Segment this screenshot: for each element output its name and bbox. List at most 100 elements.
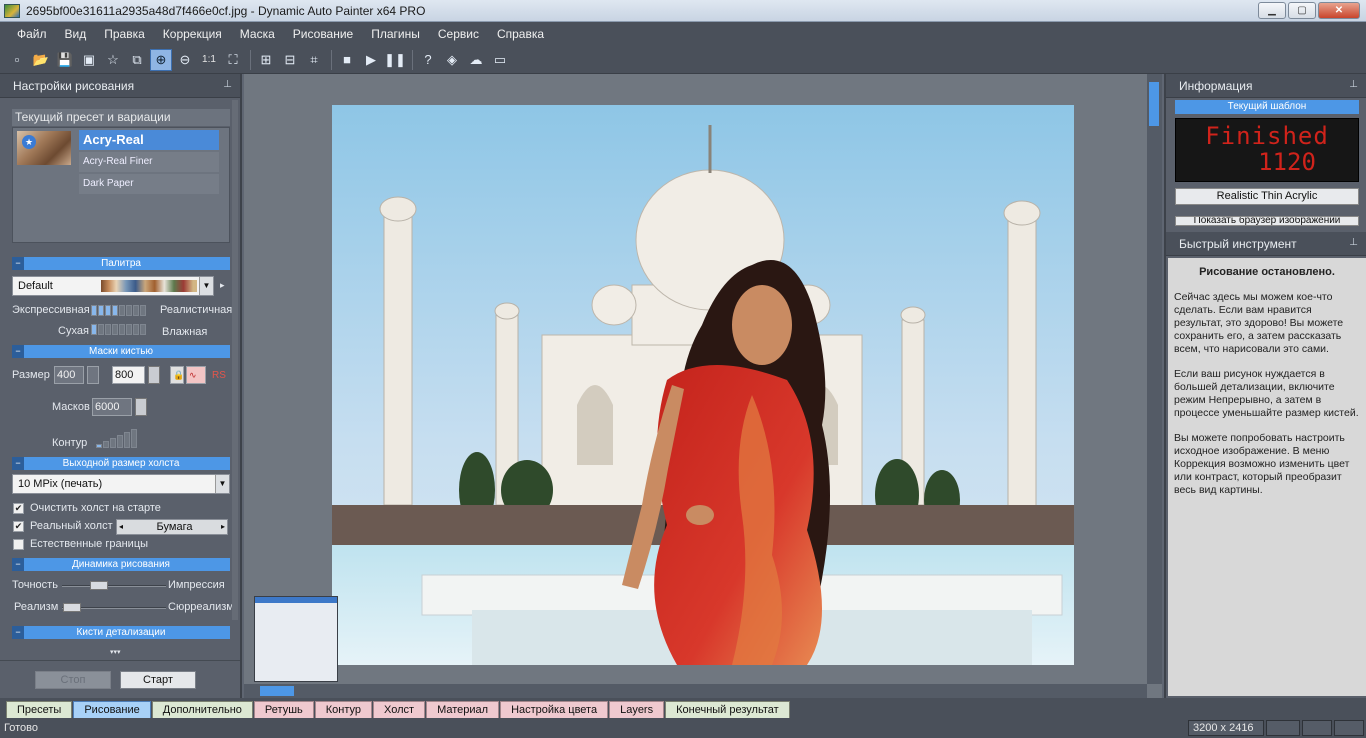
tab-painting[interactable]: Рисование [73, 701, 151, 718]
next-arrow-icon[interactable]: ▸ [221, 520, 225, 534]
collapse-icon[interactable]: − [12, 626, 24, 639]
brush-masks-section[interactable]: − Маски кистью [12, 345, 230, 358]
painting-canvas[interactable] [332, 105, 1074, 665]
dynamics-section[interactable]: − Динамика рисования [12, 558, 230, 571]
pause-icon[interactable]: ❚❚ [384, 49, 406, 71]
close-button[interactable]: ✕ [1318, 2, 1360, 19]
precision-slider[interactable] [62, 585, 166, 587]
rotate-right-icon[interactable]: ⊟ [279, 49, 301, 71]
panel-title: Настройки рисования [13, 78, 135, 93]
dropdown-arrow-icon[interactable]: ▼ [199, 277, 213, 295]
pin-icon[interactable]: ⊥ [1349, 237, 1358, 248]
tab-advanced[interactable]: Дополнительно [151, 701, 253, 718]
frame-icon[interactable]: ▭ [489, 49, 511, 71]
more-indicator-icon[interactable]: ▾▾▾ [110, 648, 121, 656]
maximize-button[interactable]: ▢ [1288, 2, 1316, 19]
size-min-field[interactable]: 400 [54, 366, 84, 384]
upload-icon[interactable]: ☁ [465, 49, 487, 71]
star-icon[interactable]: ★ [22, 135, 36, 149]
precision-slider-thumb[interactable] [90, 581, 108, 590]
size-max-spin[interactable] [148, 366, 160, 384]
menu-file[interactable]: Файл [8, 27, 56, 41]
menu-correction[interactable]: Коррекция [154, 27, 231, 41]
tab-layers[interactable]: Layers [609, 701, 665, 718]
lock-icon[interactable]: 🔒 [170, 366, 184, 384]
contour-bars[interactable] [96, 429, 137, 448]
open-folder-icon[interactable]: 📂 [30, 49, 52, 71]
palette-select[interactable]: Default ▼ [12, 276, 214, 296]
curve-icon[interactable]: ∿ [186, 366, 206, 384]
masks-field[interactable]: 6000 [92, 398, 132, 416]
fit-window-icon[interactable]: ⛶ [222, 49, 244, 71]
clear-canvas-checkbox[interactable]: ✔ [13, 503, 24, 514]
pin-icon[interactable]: ⊥ [223, 79, 232, 90]
dropdown-arrow-icon[interactable]: ▼ [215, 475, 229, 493]
favorite-star-icon[interactable]: ☆ [102, 49, 124, 71]
collapse-icon[interactable]: − [12, 558, 24, 571]
compare-icon[interactable]: ⧉ [126, 49, 148, 71]
masks-spin[interactable] [135, 398, 147, 416]
collapse-icon[interactable]: − [12, 257, 24, 270]
preset-item[interactable]: Dark Paper [79, 174, 219, 194]
tab-color-settings[interactable]: Настройка цвета [500, 701, 609, 718]
menu-plugins[interactable]: Плагины [362, 27, 429, 41]
template-name[interactable]: Realistic Thin Acrylic [1175, 188, 1359, 205]
navigator-preview[interactable] [254, 596, 338, 682]
menu-help[interactable]: Справка [488, 27, 553, 41]
zoom-actual-button[interactable]: 1:1 [198, 49, 220, 71]
tab-final-result[interactable]: Конечный результат [665, 701, 790, 718]
preset-item[interactable]: Acry-Real [79, 130, 219, 150]
real-canvas-select[interactable]: ◂ Бумага ▸ [116, 519, 228, 535]
real-canvas-checkbox[interactable]: ✔ [13, 521, 24, 532]
vertical-scrollbar[interactable] [1147, 74, 1162, 684]
menu-view[interactable]: Вид [56, 27, 96, 41]
layers-icon[interactable]: ◈ [441, 49, 463, 71]
expand-arrow-icon[interactable]: ▸ [220, 280, 225, 291]
natural-borders-checkbox[interactable] [13, 539, 24, 550]
canvas-area[interactable] [244, 74, 1162, 698]
preset-item[interactable]: Acry-Real Finer [79, 152, 219, 172]
detail-brushes-section[interactable]: − Кисти детализации [12, 626, 230, 639]
zoom-out-icon[interactable]: ⊖ [174, 49, 196, 71]
realism-slider-thumb[interactable] [63, 603, 81, 612]
preset-thumbnail[interactable]: ★ [17, 131, 71, 165]
tab-presets[interactable]: Пресеты [6, 701, 73, 718]
rs-button[interactable]: RS [212, 370, 226, 381]
horizontal-scroll-thumb[interactable] [260, 686, 294, 696]
menu-edit[interactable]: Правка [95, 27, 154, 41]
pin-icon[interactable]: ⊥ [1349, 79, 1358, 90]
menu-service[interactable]: Сервис [429, 27, 488, 41]
palette-section[interactable]: − Палитра [12, 257, 230, 270]
size-max-field[interactable]: 800 [112, 366, 145, 384]
vertical-scroll-thumb[interactable] [1149, 82, 1159, 126]
minimize-button[interactable]: ▁ [1258, 2, 1286, 19]
wetness-bars[interactable] [91, 324, 146, 335]
menu-painting[interactable]: Рисование [284, 27, 362, 41]
start-button[interactable]: Старт [120, 671, 196, 689]
prev-arrow-icon[interactable]: ◂ [119, 520, 123, 534]
play-icon[interactable]: ▶ [360, 49, 382, 71]
menu-mask[interactable]: Маска [231, 27, 284, 41]
tab-material[interactable]: Материал [426, 701, 500, 718]
tab-retouch[interactable]: Ретушь [253, 701, 314, 718]
save-as-icon[interactable]: ▣ [78, 49, 100, 71]
save-icon[interactable]: 💾 [54, 49, 76, 71]
tab-contour[interactable]: Контур [314, 701, 373, 718]
canvas-size-section[interactable]: − Выходной размер холста [12, 457, 230, 470]
left-panel-scrollbar[interactable] [232, 100, 238, 620]
horizontal-scrollbar[interactable] [244, 684, 1147, 698]
expressive-bars[interactable] [91, 305, 146, 316]
canvas-size-select[interactable]: 10 MPix (печать) ▼ [12, 474, 230, 494]
crop-icon[interactable]: ⌗ [303, 49, 325, 71]
stop-button[interactable]: Стоп [35, 671, 111, 689]
size-min-spin[interactable] [87, 366, 99, 384]
show-browser-button[interactable]: Показать браузер изображений [1175, 216, 1359, 226]
rotate-left-icon[interactable]: ⊞ [255, 49, 277, 71]
stop-icon[interactable]: ■ [336, 49, 358, 71]
collapse-icon[interactable]: − [12, 457, 24, 470]
collapse-icon[interactable]: − [12, 345, 24, 358]
zoom-in-icon[interactable]: ⊕ [150, 48, 172, 71]
help-icon[interactable]: ? [417, 49, 439, 71]
tab-canvas[interactable]: Холст [373, 701, 426, 718]
new-file-icon[interactable]: ▫ [6, 49, 28, 71]
